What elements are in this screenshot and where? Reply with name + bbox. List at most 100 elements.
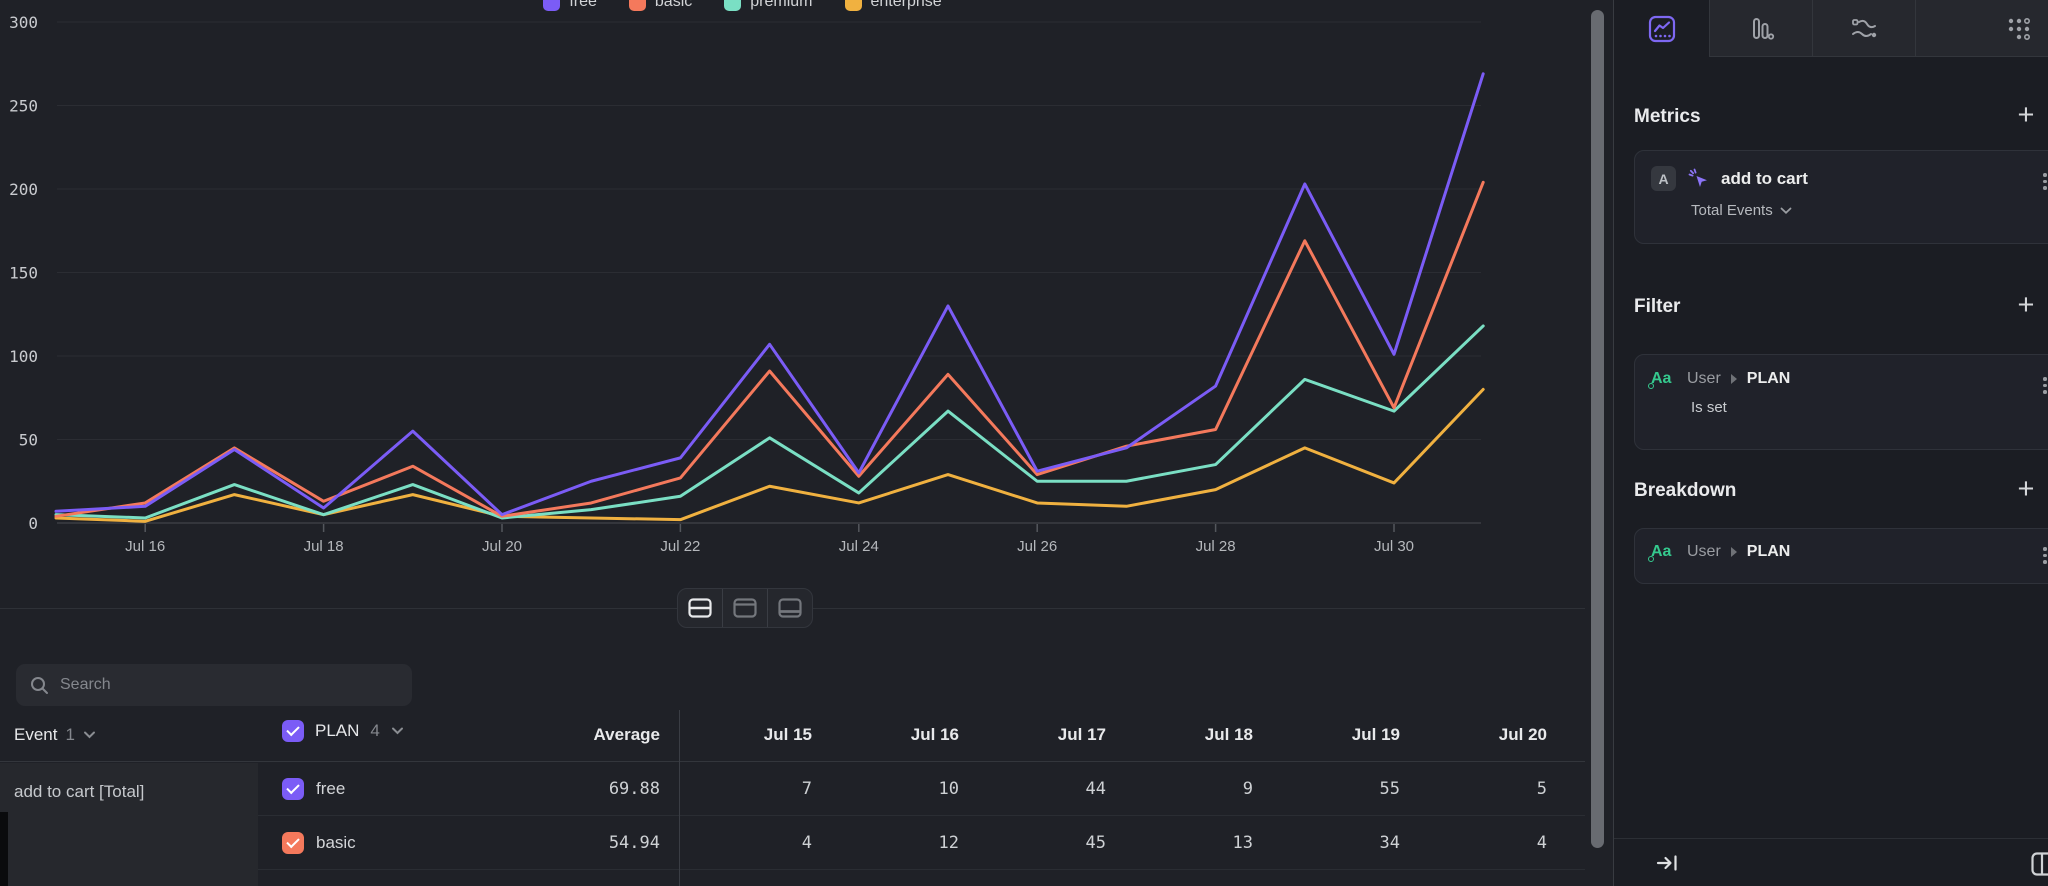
breadcrumb-caret-icon — [1731, 547, 1737, 557]
table-column-divider — [679, 710, 680, 886]
date-column-header[interactable]: Jul 15 — [682, 725, 812, 745]
panel-footer — [1614, 838, 2048, 886]
vertical-scrollbar-thumb[interactable] — [1591, 10, 1604, 848]
breakdown-scope-label: User — [1687, 543, 1721, 561]
cell-value: 4 — [1417, 833, 1547, 853]
cell-value: 45 — [976, 833, 1106, 853]
cell-value: 5 — [1417, 779, 1547, 799]
svg-text:50: 50 — [19, 431, 38, 450]
line-chart-tab-icon — [1648, 15, 1676, 43]
filter-property-label: PLAN — [1747, 370, 1791, 388]
split-view-button[interactable] — [678, 589, 722, 627]
metric-card[interactable]: A add to cart Total Events — [1634, 150, 2048, 244]
metric-event-name: add to cart — [1721, 169, 1808, 189]
series-line-premium — [56, 326, 1483, 518]
event-name-cell[interactable]: add to cart [Total] — [0, 763, 258, 886]
tab-flows[interactable] — [1812, 0, 1915, 57]
average-value: 54.94 — [520, 833, 660, 853]
side-panel-toggle-icon[interactable] — [2031, 852, 2048, 876]
split-view-icon — [688, 598, 712, 618]
flows-tab-icon — [1849, 15, 1879, 43]
plan-count: 4 — [370, 721, 379, 741]
metric-measure-label: Total Events — [1691, 202, 1773, 219]
cell-value: 55 — [1270, 779, 1400, 799]
top-panel-icon — [733, 598, 757, 618]
breakdown-card[interactable]: Aa User PLAN — [1634, 528, 2048, 584]
metrics-section-title: Metrics — [1634, 106, 1701, 128]
metric-kebab-menu[interactable] — [2037, 173, 2048, 190]
plan-column-header[interactable]: PLAN 4 — [282, 720, 404, 742]
panel-tab-bar — [1614, 0, 2048, 57]
series-line-enterprise — [56, 389, 1483, 521]
top-panel-view-button[interactable] — [722, 589, 767, 627]
svg-text:Jul 22: Jul 22 — [660, 538, 700, 555]
event-click-icon — [1688, 168, 1709, 189]
bottom-panel-view-button[interactable] — [767, 589, 812, 627]
tab-funnels-bars[interactable] — [1710, 0, 1812, 57]
chart-and-table-region: freebasicpremiumenterprise 0501001502002… — [0, 0, 1585, 886]
bottom-panel-icon — [778, 598, 802, 618]
add-breakdown-button[interactable]: + — [2012, 476, 2040, 504]
collapse-panel-icon[interactable] — [1656, 853, 1680, 873]
breakdown-kebab-menu[interactable] — [2037, 547, 2048, 564]
svg-text:Jul 28: Jul 28 — [1196, 538, 1236, 555]
query-builder-panel: Metrics + A add to cart Total Events Fil… — [1613, 0, 2048, 886]
cell-value: 12 — [829, 833, 959, 853]
average-column-header[interactable]: Average — [520, 725, 660, 745]
filter-section-title: Filter — [1634, 296, 1680, 318]
filter-card[interactable]: Aa User PLAN Is set — [1634, 354, 2048, 450]
series-line-basic — [56, 182, 1483, 516]
date-column-header[interactable]: Jul 18 — [1123, 725, 1253, 745]
add-metric-button[interactable]: + — [2012, 102, 2040, 130]
breakdown-property-label: PLAN — [1747, 543, 1791, 561]
date-column-header[interactable]: Jul 19 — [1270, 725, 1400, 745]
svg-text:250: 250 — [9, 97, 38, 116]
svg-text:Jul 30: Jul 30 — [1374, 538, 1414, 555]
filter-operator-label: Is set — [1691, 399, 1727, 416]
event-count: 1 — [65, 725, 74, 745]
add-filter-button[interactable]: + — [2012, 292, 2040, 320]
plan-select-all-checkbox[interactable] — [282, 720, 304, 742]
basic-checkbox[interactable] — [282, 832, 304, 854]
filter-operator-dropdown[interactable]: Is set — [1691, 399, 2048, 416]
svg-text:150: 150 — [9, 264, 38, 283]
svg-text:Jul 20: Jul 20 — [482, 538, 522, 555]
date-column-header[interactable]: Jul 16 — [829, 725, 959, 745]
text-property-icon: Aa — [1651, 543, 1677, 561]
cell-value: 10 — [829, 779, 959, 799]
row-label: basic — [316, 833, 356, 853]
event-column-header[interactable]: Event 1 — [14, 725, 96, 745]
corner-notch — [0, 812, 8, 886]
series-line-free — [56, 74, 1483, 515]
svg-text:Jul 26: Jul 26 — [1017, 538, 1057, 555]
tab-more-apps[interactable] — [1988, 0, 2048, 57]
cell-value: 34 — [1270, 833, 1400, 853]
breakdown-section-title: Breakdown — [1634, 480, 1736, 502]
svg-text:Jul 24: Jul 24 — [839, 538, 879, 555]
search-input[interactable] — [60, 676, 398, 694]
free-checkbox[interactable] — [282, 778, 304, 800]
breadcrumb-caret-icon — [1731, 374, 1737, 384]
cell-value: 7 — [682, 779, 812, 799]
vertical-scrollbar-track — [1585, 0, 1613, 886]
chevron-down-icon — [391, 727, 404, 735]
table-header-row: Event 1 PLAN 4 Average Jul 15 Jul 16 Jul 1… — [0, 710, 1585, 762]
text-property-icon: Aa — [1651, 370, 1677, 388]
cell-value: 13 — [1123, 833, 1253, 853]
layout-toggle-group — [677, 588, 813, 628]
event-name-label: add to cart [Total] — [14, 782, 144, 801]
plan-header-label: PLAN — [315, 721, 359, 741]
tab-insights-line[interactable] — [1614, 0, 1710, 57]
date-column-header[interactable]: Jul 20 — [1417, 725, 1547, 745]
filter-kebab-menu[interactable] — [2037, 377, 2048, 394]
svg-text:Jul 16: Jul 16 — [125, 538, 165, 555]
cell-value: 9 — [1123, 779, 1253, 799]
chevron-down-icon — [1780, 207, 1792, 215]
cell-value: 44 — [976, 779, 1106, 799]
date-column-header[interactable]: Jul 17 — [976, 725, 1106, 745]
svg-text:100: 100 — [9, 347, 38, 366]
metric-measure-dropdown[interactable]: Total Events — [1691, 202, 2048, 219]
search-icon — [30, 676, 49, 695]
svg-text:300: 300 — [9, 13, 38, 32]
chevron-down-icon — [83, 731, 96, 739]
